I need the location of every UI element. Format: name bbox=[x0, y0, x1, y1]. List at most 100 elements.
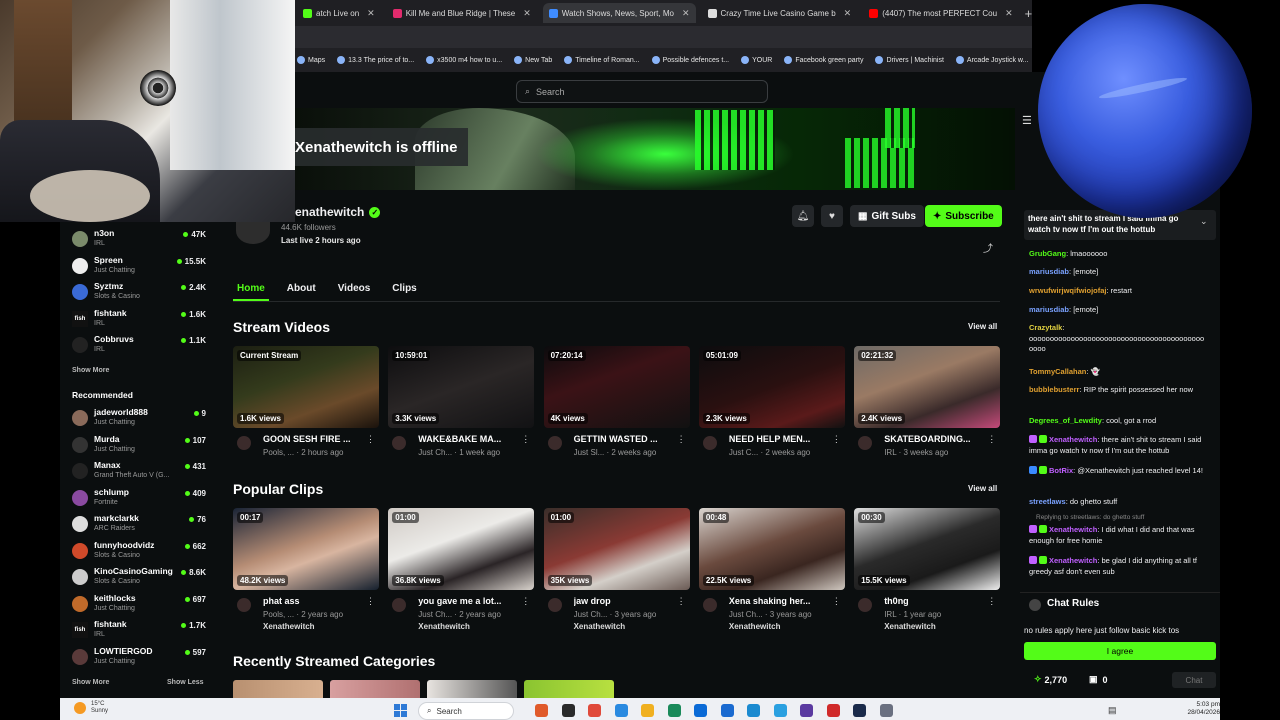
chat-username[interactable]: TommyCallahan bbox=[1029, 367, 1086, 376]
kebab-menu-icon[interactable]: ⋮ bbox=[832, 434, 841, 445]
creator-avatar[interactable] bbox=[547, 598, 562, 612]
browser-tab[interactable]: atch Live on ✕ bbox=[297, 3, 381, 23]
kebab-menu-icon[interactable]: ⋮ bbox=[366, 596, 375, 607]
creator-avatar[interactable] bbox=[547, 436, 562, 450]
taskbar-app-icon[interactable] bbox=[773, 704, 787, 717]
taskbar-app-icon[interactable] bbox=[614, 704, 628, 717]
taskbar-app-icon[interactable] bbox=[826, 704, 840, 717]
sidebar-channel-item[interactable]: LOWTIERGOD Just Chatting 597 bbox=[72, 646, 212, 670]
tab-about[interactable]: About bbox=[283, 280, 320, 301]
browser-tab[interactable]: Kill Me and Blue Ridge | These ✕ bbox=[387, 3, 537, 23]
gift-count[interactable]: ▣ 0 bbox=[1089, 674, 1108, 685]
video-card[interactable]: 02:21:32 2.4K views SKATEBOARDING... IRL · … bbox=[854, 346, 1001, 457]
taskbar-app-icon[interactable] bbox=[800, 704, 813, 717]
taskbar-app-icon[interactable] bbox=[879, 704, 893, 717]
clock[interactable]: 5:03 pm 28/04/2026 bbox=[1160, 701, 1220, 717]
channel-points[interactable]: ✧ 2,770 bbox=[1034, 674, 1067, 685]
sidebar-channel-item[interactable]: Cobbruvs IRL 1.1K bbox=[72, 334, 212, 358]
creator-avatar[interactable] bbox=[702, 436, 717, 450]
chat-username[interactable]: bubblebusterr bbox=[1029, 385, 1079, 394]
close-icon[interactable]: ✕ bbox=[367, 8, 375, 19]
stream-videos-view-all[interactable]: View all bbox=[968, 322, 997, 331]
video-title[interactable]: NEED HELP MEN... bbox=[729, 434, 833, 444]
share-icon[interactable]: ⤴ bbox=[983, 240, 993, 255]
bookmark-item[interactable]: Facebook green party bbox=[784, 56, 863, 64]
chat-username[interactable]: streetlaws bbox=[1029, 497, 1066, 506]
tab-videos[interactable]: Videos bbox=[334, 280, 375, 301]
sidebar-channel-item[interactable]: markclarkk ARC Raiders 76 bbox=[72, 513, 212, 537]
video-title[interactable]: GETTIN WASTED ... bbox=[574, 434, 678, 444]
kebab-menu-icon[interactable]: ⋮ bbox=[677, 434, 686, 445]
video-title[interactable]: SKATEBOARDING... bbox=[884, 434, 988, 444]
bookmark-item[interactable]: 13.3 The price of to... bbox=[337, 56, 414, 64]
category-card[interactable] bbox=[330, 680, 420, 698]
sidebar-channel-item[interactable]: KinoCasinoGaming Slots & Casino 8.6K bbox=[72, 566, 212, 590]
close-icon[interactable]: ✕ bbox=[682, 8, 690, 19]
creator-avatar[interactable] bbox=[702, 598, 717, 612]
card-username[interactable]: Xenathewitch bbox=[418, 622, 470, 631]
clip-title[interactable]: jaw drop bbox=[574, 596, 678, 606]
video-thumbnail[interactable]: 10:59:01 3.3K views bbox=[388, 346, 535, 428]
agree-button[interactable]: I agree bbox=[1024, 642, 1216, 660]
hamburger-menu-icon[interactable]: ☰ bbox=[1022, 116, 1032, 127]
clip-thumbnail[interactable]: 00:48 22.5K views bbox=[698, 508, 845, 590]
kebab-menu-icon[interactable]: ⋮ bbox=[987, 434, 996, 445]
card-username[interactable]: Xenathewitch bbox=[884, 622, 936, 631]
chat-username[interactable]: BotRix bbox=[1049, 466, 1073, 475]
chat-username[interactable]: mariusdiab bbox=[1029, 305, 1069, 314]
creator-avatar[interactable] bbox=[237, 598, 251, 612]
sidebar-channel-item[interactable]: fish fishtank IRL 1.7K bbox=[72, 619, 212, 643]
tray-icon[interactable]: ▤ bbox=[1108, 705, 1117, 716]
video-thumbnail[interactable]: Current Stream 1.6K views bbox=[233, 346, 379, 428]
clip-title[interactable]: phat ass bbox=[263, 596, 367, 606]
sidebar-channel-item[interactable]: Manax Grand Theft Auto V (G... 431 bbox=[72, 460, 212, 484]
bookmark-item[interactable]: New Tab bbox=[514, 56, 552, 64]
clip-thumbnail[interactable]: 01:00 36.8K views bbox=[388, 508, 535, 590]
taskbar-app-icon[interactable] bbox=[535, 704, 548, 717]
taskbar-app-icon[interactable] bbox=[853, 704, 866, 717]
clip-card[interactable]: 00:30 15.5K views th0ng IRL · 1 year ago Xen… bbox=[854, 508, 1001, 631]
video-card[interactable]: 07:20:14 4K views GETTIN WASTED ... Just Sl… bbox=[543, 346, 690, 457]
kebab-menu-icon[interactable]: ⋮ bbox=[987, 596, 996, 607]
video-card[interactable]: Current Stream 1.6K views GOON SESH FIRE .… bbox=[233, 346, 379, 457]
sidebar-channel-item[interactable]: funnyhoodvidz Slots & Casino 662 bbox=[72, 540, 212, 564]
taskbar-app-icon[interactable] bbox=[747, 704, 760, 717]
clip-card[interactable]: 00:17 48.2K views phat ass Pools, ... · 2 y… bbox=[233, 508, 379, 631]
taskbar-app-icon[interactable] bbox=[720, 704, 734, 717]
clip-thumbnail[interactable]: 01:00 35K views bbox=[543, 508, 690, 590]
taskbar-app-icon[interactable] bbox=[694, 704, 707, 717]
weather-widget[interactable]: 15°C Sunny bbox=[74, 701, 108, 715]
category-card[interactable] bbox=[524, 680, 614, 698]
creator-avatar[interactable] bbox=[237, 436, 251, 450]
sidebar-channel-item[interactable]: Syztmz Slots & Casino 2.4K bbox=[72, 281, 212, 305]
sidebar-channel-item[interactable]: n3on IRL 47K bbox=[72, 228, 212, 252]
chat-username[interactable]: GrubGang bbox=[1029, 249, 1066, 258]
clip-thumbnail[interactable]: 00:17 48.2K views bbox=[233, 508, 379, 590]
browser-address-bar[interactable] bbox=[295, 26, 1032, 48]
show-more-following[interactable]: Show More bbox=[72, 367, 109, 374]
clip-title[interactable]: th0ng bbox=[884, 596, 988, 606]
video-thumbnail[interactable]: 07:20:14 4K views bbox=[543, 346, 690, 428]
taskbar-search[interactable]: ⌕ Search bbox=[418, 702, 514, 720]
card-username[interactable]: Xenathewitch bbox=[574, 622, 626, 631]
video-thumbnail[interactable]: 05:01:09 2.3K views bbox=[698, 346, 845, 428]
video-title[interactable]: GOON SESH FIRE ... bbox=[263, 434, 367, 444]
new-tab-icon[interactable]: + bbox=[1025, 6, 1033, 21]
taskbar-app-icon[interactable] bbox=[667, 704, 681, 717]
category-card[interactable] bbox=[427, 680, 517, 698]
sidebar-channel-item[interactable]: Murda Just Chatting 107 bbox=[72, 434, 212, 458]
bookmark-item[interactable]: YOUR bbox=[741, 56, 772, 64]
bookmark-item[interactable]: x3500 m4 how to u... bbox=[426, 56, 502, 64]
close-icon[interactable]: ✕ bbox=[844, 8, 852, 19]
gift-subs-button[interactable]: ▦ Gift Subs bbox=[850, 205, 924, 227]
clip-card[interactable]: 01:00 35K views jaw drop Just Ch... · 3 yea… bbox=[543, 508, 690, 631]
bookmark-item[interactable]: Possible defences t... bbox=[651, 56, 729, 64]
clip-title[interactable]: Xena shaking her... bbox=[729, 596, 833, 606]
sidebar-channel-item[interactable]: fish fishtank IRL 1.6K bbox=[72, 308, 212, 332]
card-username[interactable]: Xenathewitch bbox=[729, 622, 781, 631]
taskbar-app-icon[interactable] bbox=[641, 704, 654, 717]
sidebar-channel-item[interactable]: Spreen Just Chatting 15.5K bbox=[72, 255, 212, 279]
taskbar-app-icon[interactable] bbox=[588, 704, 601, 717]
clip-card[interactable]: 00:48 22.5K views Xena shaking her... Just … bbox=[698, 508, 845, 631]
kebab-menu-icon[interactable]: ⋮ bbox=[677, 596, 686, 607]
